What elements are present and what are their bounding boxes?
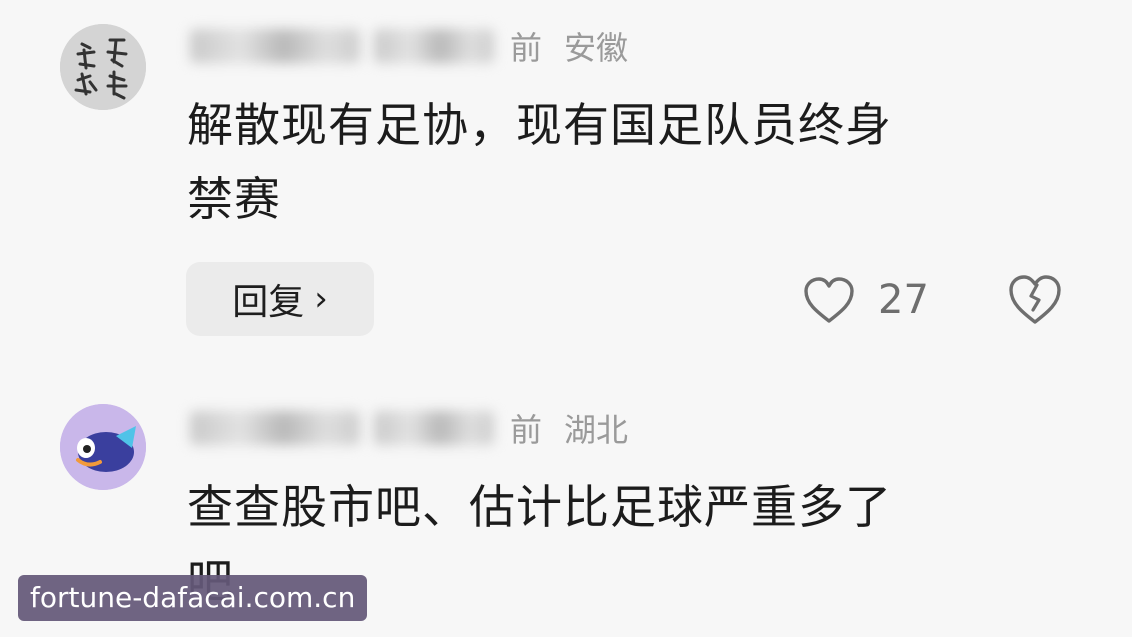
- ip-region: 安徽: [564, 29, 629, 67]
- blurred-timestamp: [374, 29, 494, 63]
- time-suffix: 前: [510, 411, 543, 449]
- time-suffix: 前: [510, 29, 543, 67]
- blurred-username: [190, 29, 360, 63]
- chevron-right-icon: ›: [314, 279, 328, 319]
- avatar[interactable]: [60, 404, 146, 490]
- heart-icon: [804, 277, 854, 323]
- broken-heart-icon: [1009, 275, 1061, 324]
- like-count: 27: [878, 277, 929, 323]
- calligraphy-avatar-icon: [60, 24, 146, 110]
- comment-text-line: 解散现有足协，现有国足队员终身: [187, 98, 892, 152]
- blurred-timestamp: [374, 411, 494, 445]
- like-button[interactable]: 27: [802, 272, 929, 328]
- comment-text-line: 禁赛: [187, 172, 281, 226]
- comment-item: 前 安徽 解散现有足协，现有国足队员终身 禁赛 回复 › 27: [0, 0, 1132, 360]
- comment-text-line: 查查股市吧、估计比足球严重多了: [187, 480, 892, 534]
- dislike-button[interactable]: [1006, 272, 1064, 328]
- avatar[interactable]: [60, 24, 146, 110]
- comment-meta: 前 湖北: [190, 404, 628, 452]
- blurred-username: [190, 411, 360, 445]
- fish-avatar-icon: [60, 404, 146, 490]
- comment-text: 解散现有足协，现有国足队员终身 禁赛: [187, 88, 1042, 236]
- comments-page: 前 安徽 解散现有足协，现有国足队员终身 禁赛 回复 › 27 前 湖北 查查股…: [0, 0, 1132, 637]
- site-watermark: fortune-dafacai.com.cn: [18, 575, 368, 621]
- ip-region: 湖北: [564, 411, 629, 449]
- reply-button[interactable]: 回复 ›: [186, 262, 374, 336]
- reply-label: 回复: [232, 282, 305, 323]
- comment-meta: 前 安徽: [190, 22, 628, 70]
